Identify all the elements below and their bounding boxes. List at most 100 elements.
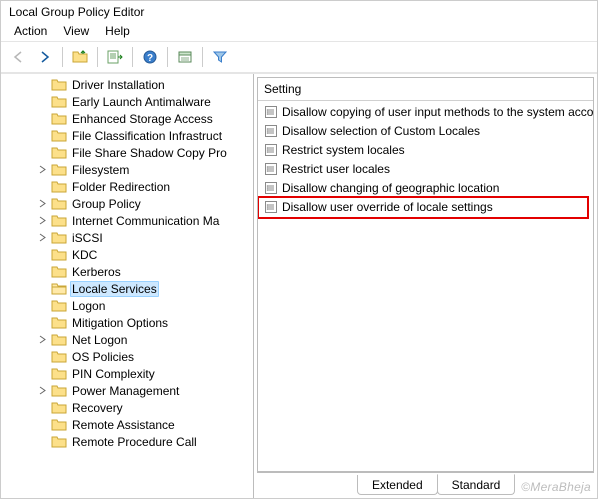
setting-icon <box>264 105 278 119</box>
toolbar-separator <box>202 47 203 67</box>
tree-item[interactable]: Enhanced Storage Access <box>5 110 253 127</box>
folder-open-icon <box>51 282 67 296</box>
folder-icon <box>51 146 67 160</box>
folder-icon <box>51 435 67 449</box>
tree-item[interactable]: Mitigation Options <box>5 314 253 331</box>
chevron-right-icon[interactable] <box>37 334 48 345</box>
list-item[interactable]: Disallow selection of Custom Locales <box>258 121 593 140</box>
arrow-left-icon <box>12 51 26 63</box>
list-body[interactable]: Disallow copying of user input methods t… <box>258 101 593 471</box>
folder-icon <box>51 180 67 194</box>
folder-icon <box>51 333 67 347</box>
setting-icon <box>264 200 278 214</box>
tree-item[interactable]: Group Policy <box>5 195 253 212</box>
filter-button[interactable] <box>208 46 232 68</box>
folder-icon <box>51 350 67 364</box>
folder-icon <box>51 163 67 177</box>
tree-item[interactable]: File Classification Infrastruct <box>5 127 253 144</box>
toolbar-separator <box>97 47 98 67</box>
setting-icon <box>264 181 278 195</box>
tree-item[interactable]: KDC <box>5 246 253 263</box>
tree-item[interactable]: Kerberos <box>5 263 253 280</box>
funnel-icon <box>213 50 227 64</box>
setting-icon <box>264 162 278 176</box>
up-button[interactable] <box>68 46 92 68</box>
list-item[interactable]: Restrict user locales <box>258 159 593 178</box>
right-pane: Setting Disallow copying of user input m… <box>254 74 597 498</box>
setting-icon <box>264 143 278 157</box>
folder-icon <box>51 265 67 279</box>
tree-item-label: Group Policy <box>70 197 143 211</box>
setting-icon <box>264 124 278 138</box>
tree-item[interactable]: Remote Procedure Call <box>5 433 253 450</box>
list-header[interactable]: Setting <box>258 78 593 101</box>
chevron-right-icon[interactable] <box>37 198 48 209</box>
tabs: Extended Standard <box>257 472 594 495</box>
tree-item-label: Net Logon <box>70 333 129 347</box>
tree-item-label: File Share Shadow Copy Pro <box>70 146 229 160</box>
tree-item[interactable]: Remote Assistance <box>5 416 253 433</box>
tree-item[interactable]: Recovery <box>5 399 253 416</box>
list-item[interactable]: Disallow user override of locale setting… <box>258 197 593 216</box>
forward-button[interactable] <box>33 46 57 68</box>
list-item-label: Disallow selection of Custom Locales <box>282 124 480 138</box>
column-setting[interactable]: Setting <box>258 80 307 98</box>
properties-button[interactable] <box>173 46 197 68</box>
tree-item[interactable]: Folder Redirection <box>5 178 253 195</box>
content-area: Driver Installation Early Launch Antimal… <box>1 73 597 498</box>
tree-item[interactable]: Early Launch Antimalware <box>5 93 253 110</box>
folder-tree: Driver Installation Early Launch Antimal… <box>1 76 253 450</box>
folder-icon <box>51 231 67 245</box>
list-item[interactable]: Disallow changing of geographic location <box>258 178 593 197</box>
help-button[interactable]: ? <box>138 46 162 68</box>
menu-bar: Action View Help <box>1 21 597 42</box>
folder-icon <box>51 316 67 330</box>
menu-help[interactable]: Help <box>98 23 137 39</box>
tree-pane[interactable]: Driver Installation Early Launch Antimal… <box>1 74 254 498</box>
tree-item-label: Remote Procedure Call <box>70 435 199 449</box>
tree-item-label: Enhanced Storage Access <box>70 112 215 126</box>
export-list-button[interactable] <box>103 46 127 68</box>
toolbar-separator <box>167 47 168 67</box>
list-item[interactable]: Restrict system locales <box>258 140 593 159</box>
tree-item[interactable]: Driver Installation <box>5 76 253 93</box>
tree-item[interactable]: Power Management <box>5 382 253 399</box>
window-title: Local Group Policy Editor <box>9 5 144 19</box>
list-item-label: Restrict user locales <box>282 162 390 176</box>
tree-item-label: iSCSI <box>70 231 105 245</box>
folder-icon <box>51 418 67 432</box>
tree-item[interactable]: iSCSI <box>5 229 253 246</box>
tree-item[interactable]: Locale Services <box>5 280 253 297</box>
back-button[interactable] <box>7 46 31 68</box>
folder-icon <box>51 299 67 313</box>
tree-item[interactable]: Net Logon <box>5 331 253 348</box>
folder-icon <box>51 78 67 92</box>
tab-standard[interactable]: Standard <box>437 474 516 495</box>
chevron-right-icon[interactable] <box>37 385 48 396</box>
chevron-right-icon[interactable] <box>37 215 48 226</box>
tree-item[interactable]: File Share Shadow Copy Pro <box>5 144 253 161</box>
tree-item-label: Folder Redirection <box>70 180 172 194</box>
list-item-label: Disallow changing of geographic location <box>282 181 499 195</box>
list-item[interactable]: Disallow copying of user input methods t… <box>258 102 593 121</box>
tree-item[interactable]: Filesystem <box>5 161 253 178</box>
toolbar: ? <box>1 42 597 73</box>
tree-item-label: Recovery <box>70 401 125 415</box>
toolbar-separator <box>62 47 63 67</box>
tab-extended[interactable]: Extended <box>357 475 438 495</box>
list-item-label: Disallow copying of user input methods t… <box>282 105 593 119</box>
tree-item[interactable]: Internet Communication Ma <box>5 212 253 229</box>
tree-item-label: Driver Installation <box>70 78 167 92</box>
window-frame: Local Group Policy Editor Action View He… <box>0 0 598 499</box>
chevron-right-icon[interactable] <box>37 232 48 243</box>
folder-icon <box>51 214 67 228</box>
arrow-right-icon <box>38 51 52 63</box>
menu-view[interactable]: View <box>56 23 96 39</box>
folder-up-icon <box>72 50 88 64</box>
tree-item[interactable]: Logon <box>5 297 253 314</box>
menu-action[interactable]: Action <box>7 23 54 39</box>
tree-item[interactable]: OS Policies <box>5 348 253 365</box>
chevron-right-icon[interactable] <box>37 164 48 175</box>
tree-item[interactable]: PIN Complexity <box>5 365 253 382</box>
folder-icon <box>51 367 67 381</box>
